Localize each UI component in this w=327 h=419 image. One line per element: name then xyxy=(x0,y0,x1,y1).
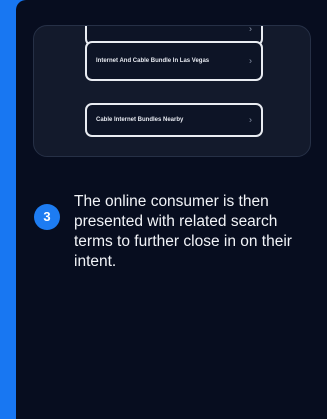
search-terms-preview: › Internet And Cable Bundle In Las Vegas… xyxy=(33,25,311,157)
related-search-term[interactable]: Cable Internet Bundles Nearby › xyxy=(85,103,263,137)
chevron-right-icon: › xyxy=(249,25,252,34)
info-card: › Internet And Cable Bundle In Las Vegas… xyxy=(16,0,327,419)
chevron-right-icon: › xyxy=(249,114,252,125)
related-search-term-label: Cable Internet Bundles Nearby xyxy=(96,117,184,123)
step-description: The online consumer is then presented wi… xyxy=(74,193,292,270)
related-search-term[interactable]: Internet And Cable Bundle In Las Vegas › xyxy=(85,41,263,81)
step-number-badge: 3 xyxy=(34,204,60,230)
chevron-right-icon: › xyxy=(249,55,252,66)
related-search-term-label: Internet And Cable Bundle In Las Vegas xyxy=(96,58,210,64)
